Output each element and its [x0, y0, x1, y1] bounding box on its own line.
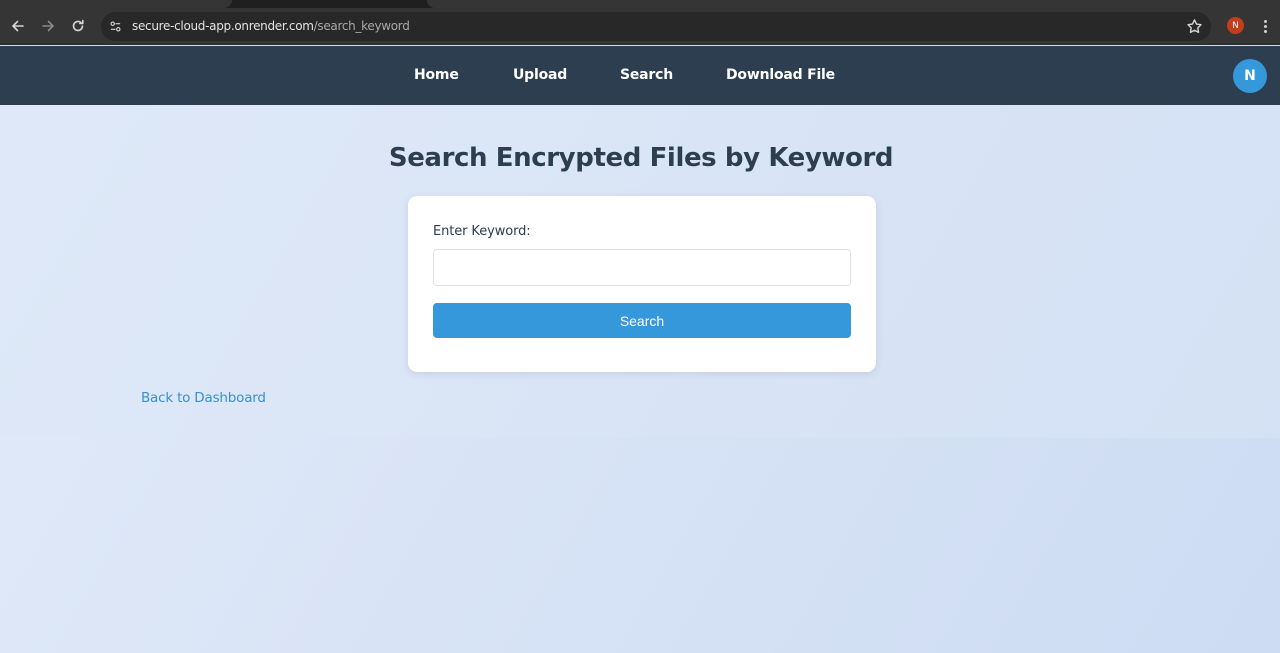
site-settings-icon	[110, 21, 121, 32]
user-avatar[interactable]: N	[1233, 59, 1267, 93]
search-form-card: Enter Keyword: Search	[408, 196, 876, 372]
address-bar[interactable]: secure-cloud-app.onrender.com/search_key…	[101, 12, 1211, 41]
back-button[interactable]	[6, 14, 30, 38]
url-text[interactable]: secure-cloud-app.onrender.com/search_key…	[132, 19, 410, 33]
star-icon[interactable]	[1186, 18, 1203, 35]
browser-tab[interactable]	[0, 0, 232, 8]
kebab-menu-icon[interactable]	[1257, 17, 1273, 35]
top-navbar: Home Upload Search Download File N	[0, 46, 1280, 105]
main-content: Search Encrypted Files by Keyword Enter …	[0, 105, 1280, 653]
keyword-label: Enter Keyword:	[433, 224, 531, 239]
browser-profile-avatar[interactable]: N	[1227, 17, 1244, 34]
browser-toolbar: secure-cloud-app.onrender.com/search_key…	[0, 8, 1280, 45]
site-info-button[interactable]	[106, 17, 125, 36]
nav-link-download-file[interactable]: Download File	[726, 67, 835, 83]
nav-link-search[interactable]: Search	[620, 67, 673, 83]
forward-button[interactable]	[36, 14, 60, 38]
nav-link-home[interactable]: Home	[414, 67, 459, 83]
back-to-dashboard-link[interactable]: Back to Dashboard	[141, 390, 266, 406]
browser-tab-area	[427, 0, 1280, 8]
browser-tab-strip	[0, 0, 1280, 8]
url-host: secure-cloud-app.onrender.com	[132, 19, 314, 33]
reload-button[interactable]	[66, 14, 90, 38]
keyword-input[interactable]	[433, 249, 851, 286]
arrow-left-icon	[12, 20, 24, 32]
arrow-right-icon	[42, 20, 54, 32]
search-button[interactable]: Search	[433, 303, 851, 338]
page-title: Search Encrypted Files by Keyword	[388, 143, 894, 173]
reload-icon	[72, 19, 84, 32]
url-path: /search_keyword	[313, 19, 410, 33]
nav-link-upload[interactable]: Upload	[513, 67, 567, 83]
